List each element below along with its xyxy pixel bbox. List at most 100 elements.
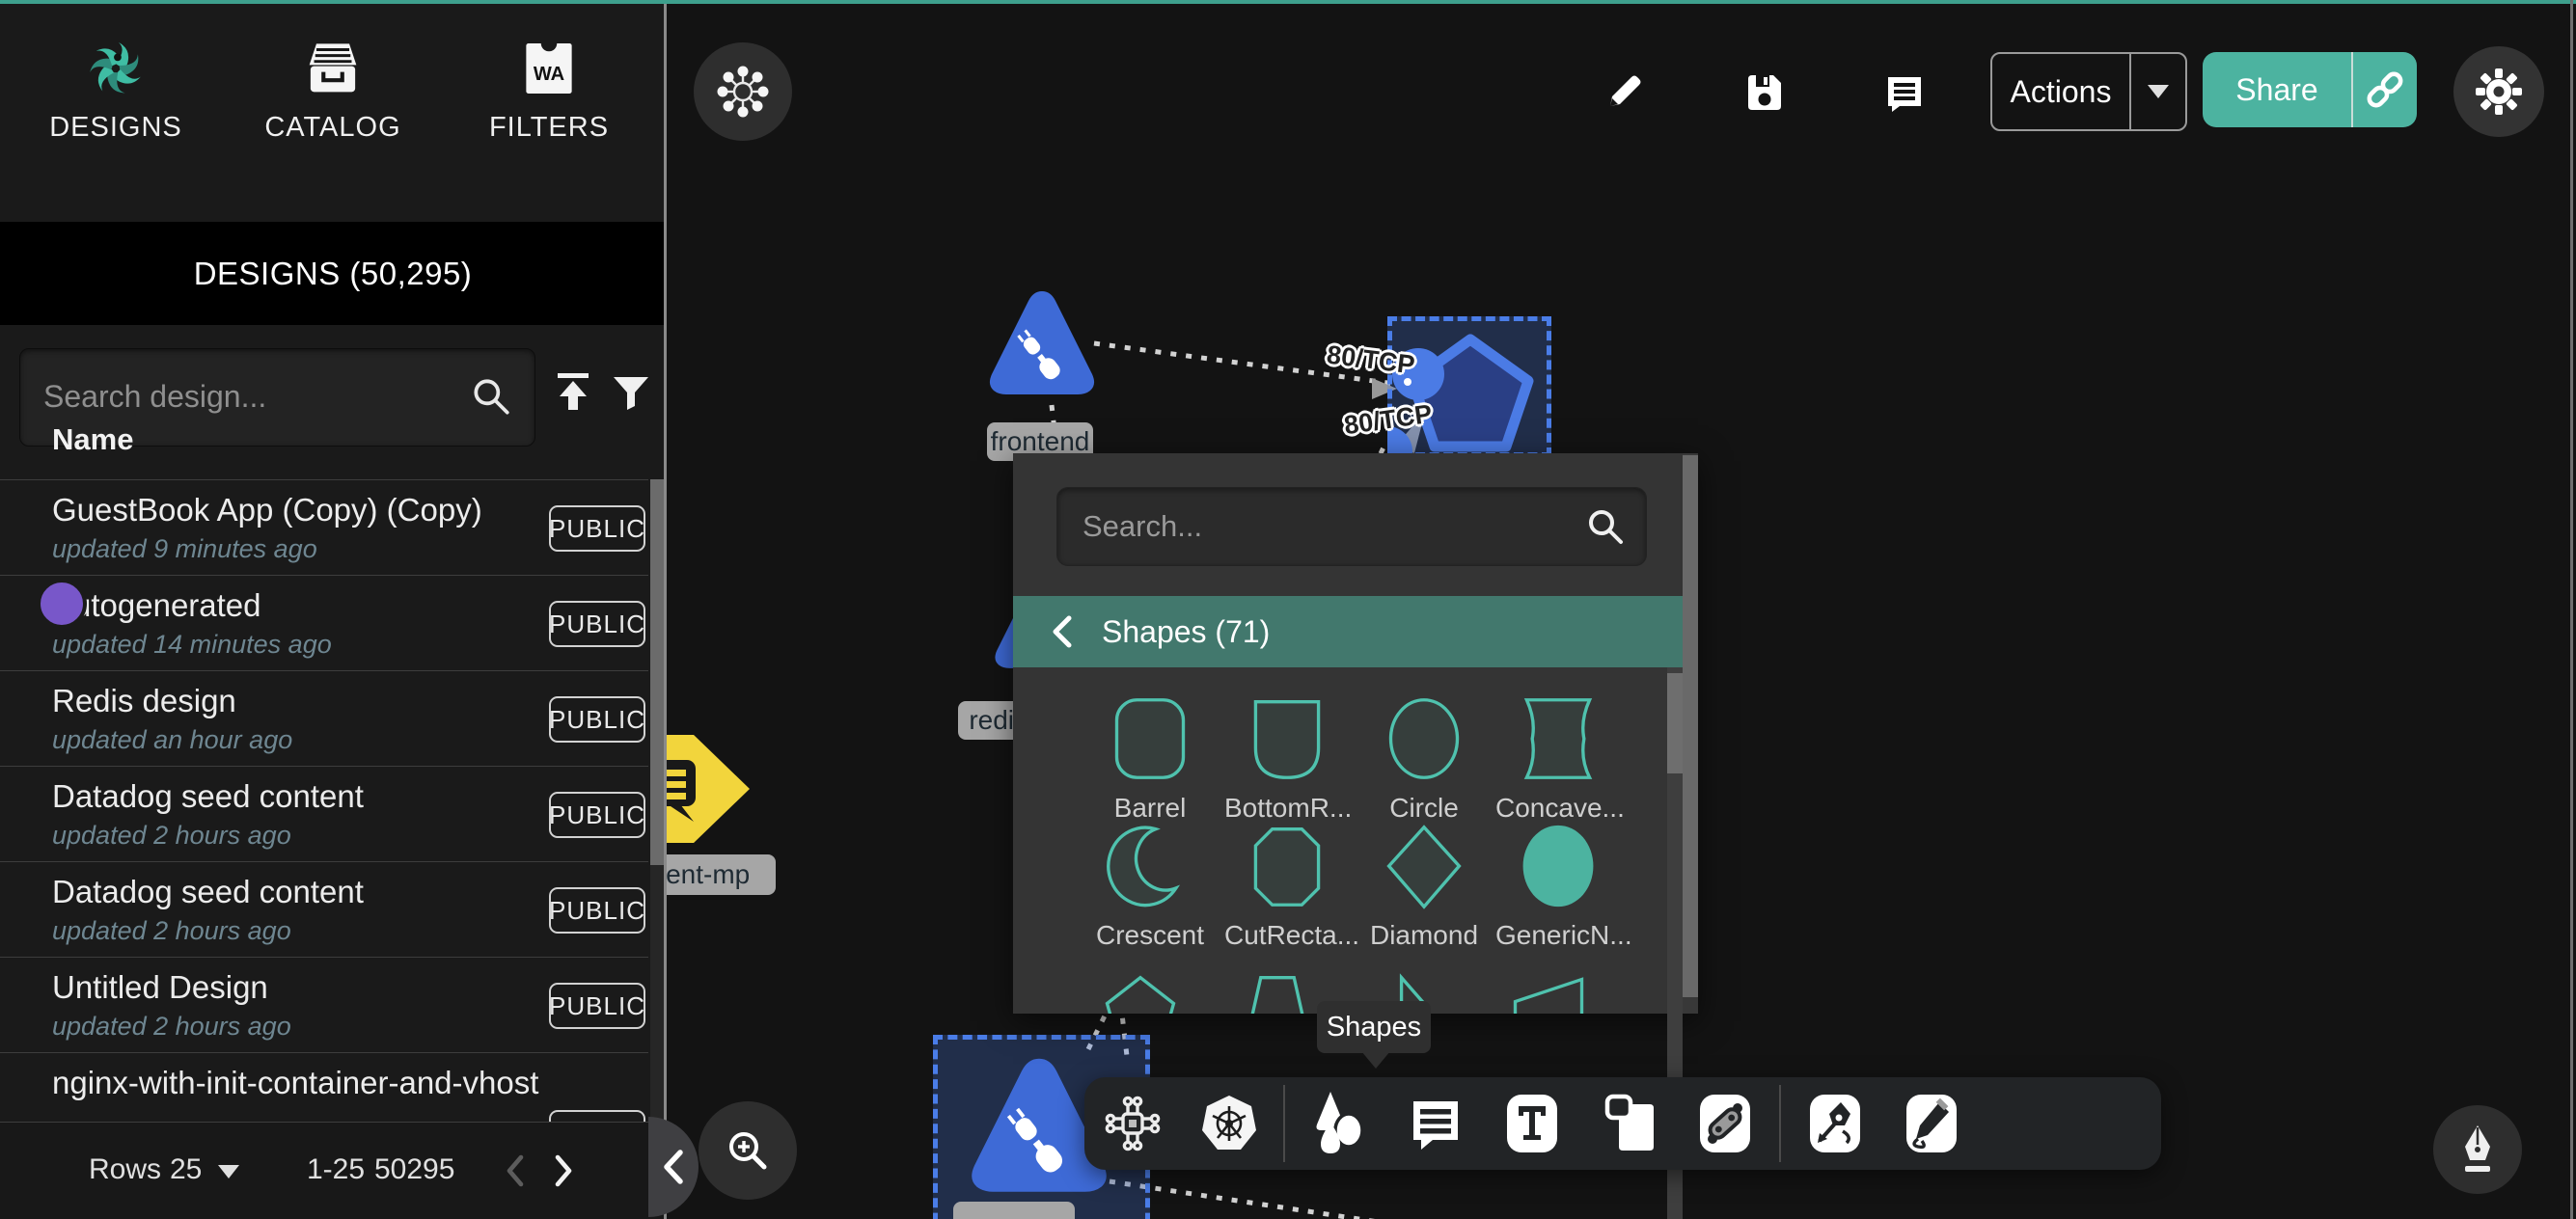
shape-item-concave[interactable]: Concave... (1495, 694, 1621, 824)
svg-text:WA: WA (534, 64, 564, 85)
save-icon[interactable] (1740, 69, 1787, 116)
node-graph-icon (1102, 1093, 1164, 1154)
visibility-badge: PUBLIC (549, 696, 645, 743)
comment-tool-icon (1406, 1094, 1466, 1153)
shapes-panel-scrollbar[interactable] (1683, 453, 1698, 1014)
shape-circle-glyph (1380, 694, 1468, 783)
shape-item-diamond[interactable]: Diamond (1361, 822, 1487, 951)
visibility-badge: PUBLIC (549, 887, 645, 934)
design-row[interactable]: GuestBook App (Copy) (Copy) updated 9 mi… (0, 479, 648, 576)
copy-notes-icon (1600, 1093, 1658, 1154)
pencil-tool[interactable] (1883, 1077, 1980, 1170)
shapes-tool-icon (1307, 1090, 1371, 1157)
shape-partial-glyph[interactable] (1096, 970, 1185, 1014)
link-icon (2364, 68, 2406, 111)
design-row[interactable]: nginx-with-init-container-and-vhost (0, 1052, 648, 1123)
shapes-tooltip: Shapes (1317, 1001, 1431, 1053)
design-row[interactable]: Datadog seed content updated 2 hours ago… (0, 766, 648, 862)
shape-genericnode-glyph (1514, 822, 1603, 910)
text-tool[interactable] (1484, 1077, 1580, 1170)
shapes-search-box[interactable] (1056, 487, 1647, 566)
sidebar-canvas-divider (664, 0, 667, 1219)
chevron-left-icon (661, 1149, 686, 1185)
shapes-search-input[interactable] (1081, 488, 1567, 565)
share-button[interactable]: Share (2203, 52, 2417, 127)
filter-funnel-icon[interactable] (608, 369, 654, 416)
node-label-partial[interactable] (953, 1202, 1075, 1219)
prev-page-button[interactable] (494, 1146, 536, 1196)
shape-item-circle[interactable]: Circle (1361, 694, 1487, 824)
toolbar-divider (1283, 1085, 1285, 1162)
shapes-tool[interactable] (1291, 1077, 1387, 1170)
tab-filters-label: FILTERS (457, 112, 641, 144)
rows-label: Rows (89, 1153, 161, 1186)
comment-tool[interactable] (1387, 1077, 1484, 1170)
fountain-pen-button[interactable] (2433, 1105, 2522, 1194)
catalog-icon (241, 39, 425, 98)
shape-item-crescent[interactable]: Crescent (1087, 822, 1213, 951)
shape-partial-glyph[interactable] (1504, 970, 1593, 1014)
shape-item-cutrectangle[interactable]: CutRecta... (1224, 822, 1350, 951)
kubernetes-tool[interactable] (1181, 1077, 1277, 1170)
design-list-scrollbar[interactable] (650, 479, 664, 1219)
edit-icon[interactable] (1601, 69, 1647, 116)
visibility-badge: PUBLIC (549, 983, 645, 1029)
shape-crescent-glyph (1106, 822, 1194, 910)
node-pentagon[interactable] (1387, 316, 1561, 453)
text-tool-icon (1503, 1093, 1561, 1154)
chain-link-icon (1696, 1093, 1754, 1154)
tab-designs-label: DESIGNS (24, 112, 207, 144)
cluster-view-button[interactable] (694, 42, 792, 141)
settings-button[interactable] (2453, 46, 2544, 137)
designs-count-header: DESIGNS (50,295) (0, 222, 666, 325)
import-design-icon[interactable] (550, 369, 596, 416)
rows-caret-icon[interactable] (218, 1165, 239, 1178)
next-page-button[interactable] (542, 1146, 585, 1196)
sticky-note-tool[interactable] (1580, 1077, 1677, 1170)
shape-bottomround-glyph (1243, 694, 1331, 783)
search-icon (469, 374, 513, 419)
actions-caret-button[interactable] (2131, 85, 2185, 98)
shapes-category-header[interactable]: Shapes (71) (1013, 596, 1683, 667)
pen-tool[interactable] (1787, 1077, 1883, 1170)
design-row[interactable]: Datadog seed content updated 2 hours ago… (0, 861, 648, 958)
shape-item-bottomround[interactable]: BottomR... (1224, 694, 1350, 824)
rows-per-page-select[interactable]: 25 (170, 1153, 202, 1186)
design-row[interactable]: Untitled Design updated 2 hours ago PUBL… (0, 957, 648, 1053)
meshery-logo-icon (24, 39, 207, 98)
visibility-badge: PUBLIC (549, 505, 645, 552)
shape-item-barrel[interactable]: Barrel (1087, 694, 1213, 824)
link-tool[interactable] (1677, 1077, 1773, 1170)
tab-filters[interactable]: WA FILTERS (457, 39, 641, 144)
chevron-down-icon (2148, 85, 2169, 98)
toolbar-divider (1779, 1085, 1781, 1162)
shape-item-genericnode[interactable]: GenericN... (1495, 822, 1621, 951)
pagination-bar: Rows 25 1-25 50295 (0, 1122, 664, 1219)
top-accent-line (0, 0, 2576, 4)
copy-link-button[interactable] (2353, 68, 2417, 111)
shape-partial-glyph[interactable] (1233, 970, 1322, 1014)
design-row[interactable]: Autogenerated updated 14 minutes ago PUB… (0, 575, 648, 671)
shape-diamond-glyph (1380, 822, 1468, 910)
app-window: frontend redis-fo ment-mp (0, 0, 2576, 1219)
pencil-draw-icon (1903, 1093, 1960, 1154)
window-right-edge (2570, 0, 2573, 1219)
zoom-in-button[interactable] (699, 1101, 797, 1200)
cluster-icon (715, 64, 771, 120)
design-row[interactable]: Redis design updated an hour ago PUBLIC (0, 670, 648, 767)
shapes-header-label: Shapes (71) (1102, 614, 1270, 650)
total-count: 50295 (374, 1153, 454, 1186)
visibility-badge: PUBLIC (549, 601, 645, 647)
node-frontend[interactable] (986, 285, 1098, 405)
visualize-graph-tool[interactable] (1084, 1077, 1181, 1170)
comment-icon[interactable] (1880, 69, 1927, 116)
name-column-header[interactable]: Name (52, 422, 133, 457)
shape-barrel-glyph (1106, 694, 1194, 783)
bottom-toolbar (1084, 1077, 2161, 1170)
actions-label: Actions (1992, 74, 2129, 110)
visibility-badge: PUBLIC (549, 792, 645, 838)
gear-icon (2474, 67, 2524, 117)
actions-button[interactable]: Actions (1990, 52, 2187, 131)
tab-catalog[interactable]: CATALOG (241, 39, 425, 144)
tab-designs[interactable]: DESIGNS (24, 39, 207, 144)
